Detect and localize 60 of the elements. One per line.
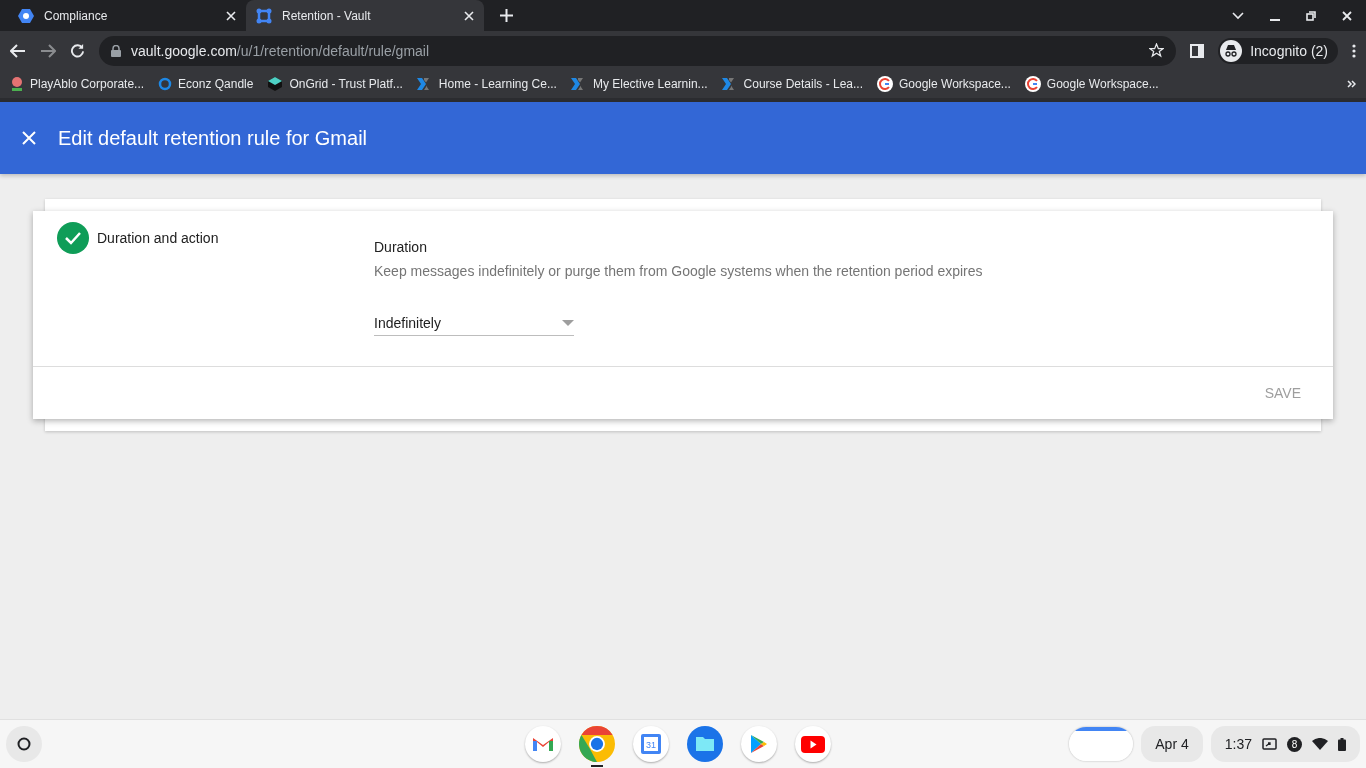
browser-tab[interactable]: Retention - Vault <box>246 0 484 31</box>
header-title: Edit default retention rule for Gmail <box>58 126 368 150</box>
star-icon[interactable] <box>1149 43 1165 58</box>
bookmark-link[interactable]: Google Workspace... <box>877 76 1011 92</box>
date-chip[interactable]: Apr 4 <box>1141 726 1203 762</box>
incognito-icon <box>1220 39 1243 62</box>
section-description: Keep messages indefinitely or purge them from Google systems when the retention period expires <box>374 263 983 279</box>
mail-app-icon[interactable] <box>525 726 561 762</box>
play-store-app-icon[interactable] <box>741 726 777 762</box>
vault-icon <box>256 7 272 24</box>
circle-icon <box>17 737 31 751</box>
launcher-button[interactable] <box>6 726 42 762</box>
restore-icon[interactable] <box>1306 10 1316 21</box>
bookmark-link[interactable]: OnGrid - Trust Platf... <box>267 76 403 92</box>
back-arrow-icon[interactable] <box>10 43 26 58</box>
g-logo-icon <box>877 76 893 92</box>
close-icon[interactable] <box>226 10 236 21</box>
lock-icon <box>111 44 121 57</box>
url-host: vault.google.com <box>131 42 237 59</box>
ring-icon <box>158 77 173 91</box>
video-app-icon[interactable] <box>795 726 831 762</box>
window-thumbnail[interactable] <box>1069 727 1134 761</box>
browser-tab[interactable]: Compliance <box>8 0 246 31</box>
double-chevron-icon[interactable] <box>1347 80 1356 88</box>
chevron-down-icon[interactable] <box>1232 11 1244 20</box>
bookmark-link[interactable]: Course Details - Lea... <box>721 77 863 91</box>
duration-dropdown[interactable]: Indefinitely <box>374 315 574 336</box>
browser-app-icon[interactable] <box>579 726 615 762</box>
bookmark-link[interactable]: Home - Learning Ce... <box>416 77 557 91</box>
bookmark-link[interactable]: Google Workspace... <box>1024 76 1159 92</box>
calendar-app-icon[interactable]: 31 <box>633 726 669 762</box>
cube-icon <box>267 76 284 92</box>
url-path: /u/1/retention/default/rule/gmail <box>236 42 430 59</box>
bookmark-link[interactable]: Econz Qandle <box>158 77 254 91</box>
wifi-icon <box>1312 738 1328 750</box>
status-area[interactable]: 1:37 8 <box>1210 726 1360 762</box>
side-panel-icon[interactable] <box>1190 43 1205 58</box>
reload-icon[interactable] <box>70 43 85 58</box>
screen-share-icon <box>1262 738 1277 750</box>
address-bar[interactable]: vault.google.com/u/1/retention/default/rule/gmail <box>99 35 1177 66</box>
pin-icon <box>10 76 24 92</box>
folder-app-icon[interactable] <box>687 726 723 762</box>
forward-arrow-icon[interactable] <box>40 43 56 58</box>
notification-count: 8 <box>1287 736 1302 752</box>
close-icon[interactable] <box>464 10 474 21</box>
step-label: Duration and action <box>97 230 219 246</box>
plus-icon[interactable] <box>500 9 513 22</box>
more-menu-icon[interactable] <box>1352 43 1356 58</box>
battery-icon <box>1338 737 1346 751</box>
profile-chip[interactable]: Incognito (2) <box>1218 37 1338 64</box>
g-logo-icon <box>1024 76 1041 92</box>
close-icon[interactable] <box>1342 10 1352 21</box>
tab-title: Compliance <box>44 8 109 23</box>
caret-icon <box>562 320 574 326</box>
clock-time: 1:37 <box>1224 736 1252 752</box>
hexagon-icon <box>18 7 34 24</box>
bookmark-link[interactable]: PlayAblo Corporate... <box>10 76 145 92</box>
section-title: Duration <box>374 239 428 255</box>
tab-title: Retention - Vault <box>282 8 372 23</box>
bookmark-link[interactable]: My Elective Learnin... <box>570 77 708 91</box>
